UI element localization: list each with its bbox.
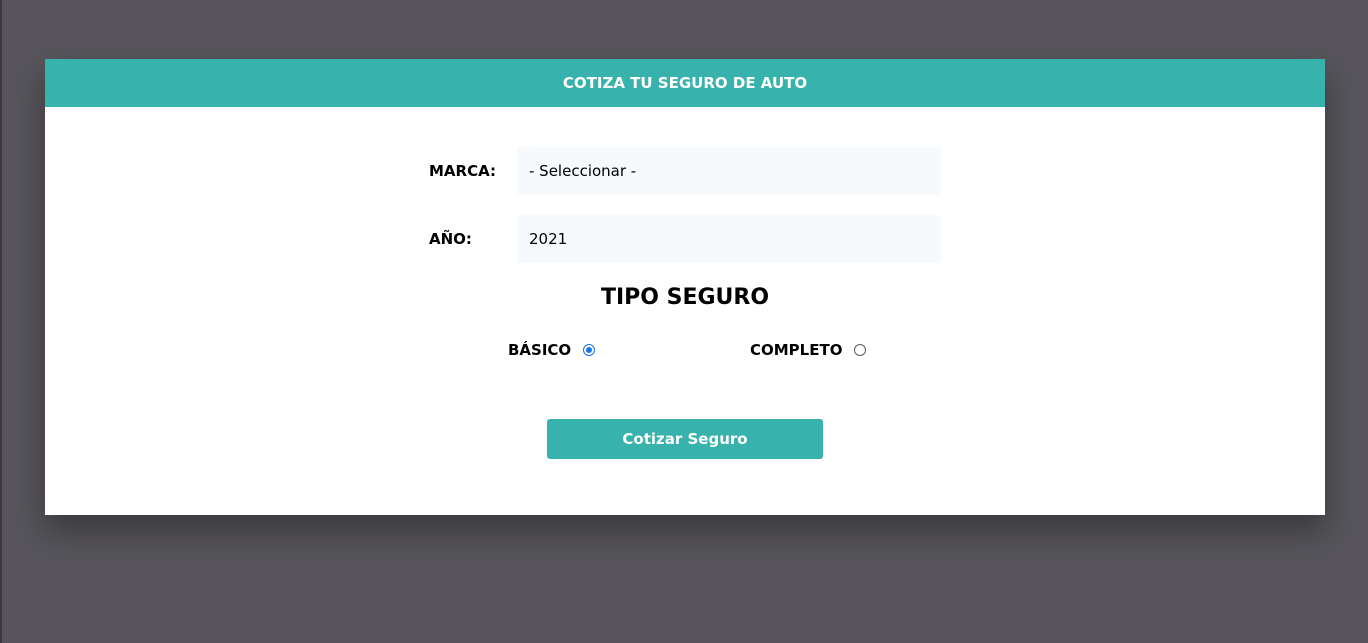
anio-row: AÑO: 2021: [429, 215, 941, 263]
anio-select[interactable]: 2021: [517, 215, 941, 263]
window-edge: [0, 0, 2, 643]
card-header: COTIZA TU SEGURO DE AUTO: [45, 59, 1325, 107]
tipo-seguro-title: TIPO SEGURO: [600, 285, 770, 310]
marca-label: MARCA:: [429, 162, 496, 180]
radio-label-basico: BÁSICO: [508, 341, 572, 359]
marca-selected-value: - Seleccionar -: [529, 162, 637, 180]
anio-selected-value: 2021: [529, 230, 568, 248]
radio-basico[interactable]: [583, 344, 596, 356]
quote-card: COTIZA TU SEGURO DE AUTO MARCA: - Selecc…: [45, 59, 1325, 515]
radio-completo[interactable]: [854, 344, 867, 356]
radio-option-basico[interactable]: BÁSICO: [508, 341, 596, 359]
cotizar-seguro-button[interactable]: Cotizar Seguro: [547, 419, 823, 459]
page-title: COTIZA TU SEGURO DE AUTO: [562, 74, 808, 92]
marca-row: MARCA: - Seleccionar -: [429, 147, 941, 195]
anio-label: AÑO:: [429, 230, 472, 248]
radio-option-completo[interactable]: COMPLETO: [750, 341, 867, 359]
marca-select[interactable]: - Seleccionar -: [517, 147, 941, 195]
radio-label-completo: COMPLETO: [750, 341, 843, 359]
